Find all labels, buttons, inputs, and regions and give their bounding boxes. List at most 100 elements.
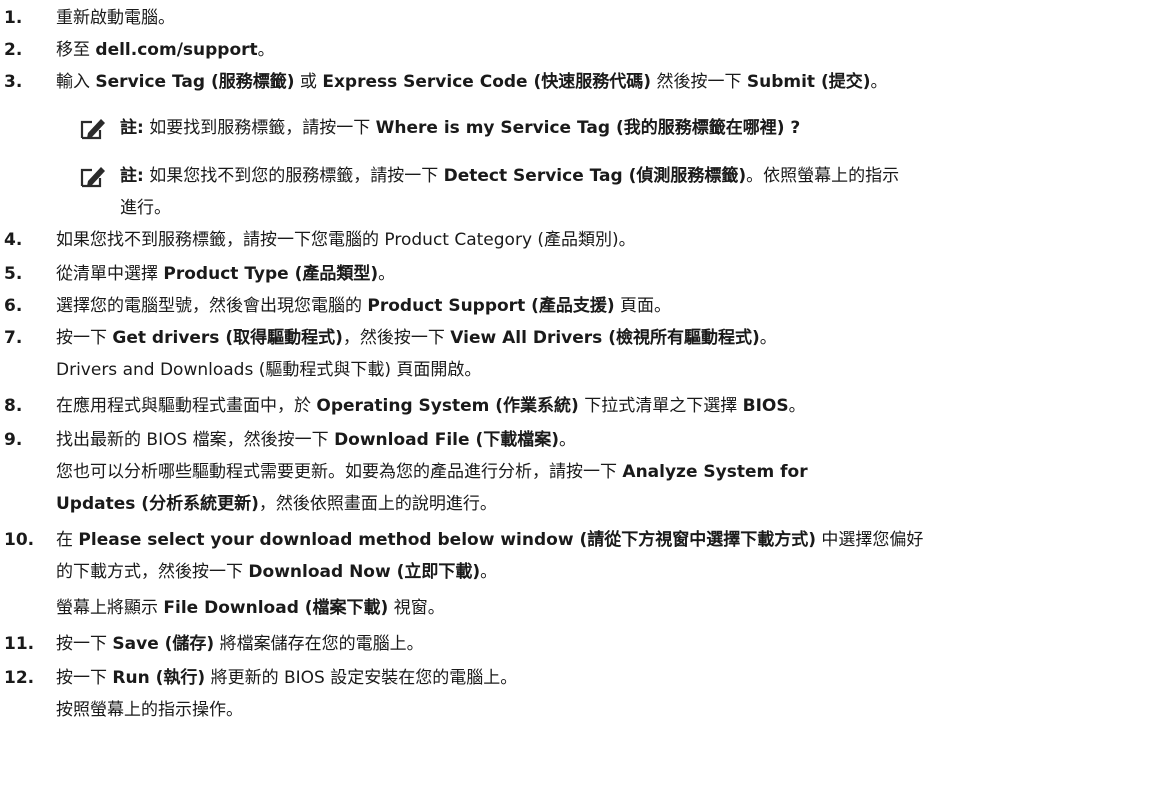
step-text: 在 Please select your download method bel… <box>56 524 1160 556</box>
step-number: 6. <box>4 296 23 316</box>
pencil-note-icon <box>80 164 106 188</box>
step-number: 10. <box>4 530 35 550</box>
step-8: 8. 在應用程式與驅動程式畫面中，於 Operating System (作業系… <box>0 390 1170 422</box>
text-run: 的下載方式，然後按一下 <box>56 562 249 582</box>
text-run: 重新啟動電腦。 <box>56 8 175 28</box>
step-number: 1. <box>4 8 23 28</box>
text-run: 將更新的 BIOS 設定安裝在您的電腦上。 <box>205 668 518 688</box>
pencil-note-icon <box>80 116 106 140</box>
step-number: 2. <box>4 40 23 60</box>
bold-text-run: 註: <box>120 166 144 186</box>
text-run: 。 <box>558 430 576 450</box>
text-run: 。 <box>788 396 806 416</box>
text-run: 。 <box>870 72 888 92</box>
text-run: 將檔案儲存在您的電腦上。 <box>214 634 424 654</box>
text-run: ，然後按一下 <box>342 328 451 348</box>
step-9-continuation: Updates (分析系統更新)，然後依照畫面上的說明進行。 <box>56 488 1160 520</box>
text-run: 。 <box>480 562 498 582</box>
text-run: 如果您找不到服務標籤，請按一下您電腦的 Product Category (產品… <box>56 230 636 250</box>
step-number: 3. <box>4 72 23 92</box>
bold-text-run: Express Service Code (快速服務代碼) <box>322 72 652 92</box>
text-run: 視窗。 <box>388 598 445 618</box>
step-6: 6. 選擇您的電腦型號，然後會出現您電腦的 Product Support (產… <box>0 290 1170 322</box>
text-run: 按一下 <box>56 328 113 348</box>
step-7: 7. 按一下 Get drivers (取得驅動程式)，然後按一下 View A… <box>0 322 1170 354</box>
bold-text-run: Get drivers (取得驅動程式) <box>112 328 343 348</box>
step-3: 3. 輸入 Service Tag (服務標籤) 或 Express Servi… <box>0 66 1170 98</box>
text-run: 按一下 <box>56 668 113 688</box>
step-text: 選擇您的電腦型號，然後會出現您電腦的 Product Support (產品支援… <box>56 290 1160 322</box>
text-run: 中選擇您偏好 <box>816 530 924 550</box>
bold-text-run: Submit (提交) <box>746 72 871 92</box>
bold-text-run: Analyze System for <box>622 462 808 482</box>
step-text: 如果您找不到服務標籤，請按一下您電腦的 Product Category (產品… <box>56 224 1160 256</box>
step-text: 移至 dell.com/support。 <box>56 34 1160 66</box>
text-run: 在 <box>56 530 79 550</box>
step-number: 5. <box>4 264 23 284</box>
text-run: 您也可以分析哪些驅動程式需要更新。如要為您的產品進行分析，請按一下 <box>56 462 623 482</box>
text-run: 然後按一下 <box>651 72 747 92</box>
bold-text-run: Please select your download method below… <box>78 530 816 550</box>
note-2: 註: 如果您找不到您的服務標籤，請按一下 Detect Service Tag … <box>80 160 1160 224</box>
text-run: 移至 <box>56 40 96 60</box>
text-run: 如要找到服務標籤，請按一下 <box>143 118 376 138</box>
step-text: 按一下 Run (執行) 將更新的 BIOS 設定安裝在您的電腦上。 <box>56 662 1160 694</box>
bold-text-run: Detect Service Tag (偵測服務標籤) <box>443 166 747 186</box>
step-text: 從清單中選擇 Product Type (產品類型)。 <box>56 258 1160 290</box>
step-10-continuation: 螢幕上將顯示 File Download (檔案下載) 視窗。 <box>56 592 1160 624</box>
text-run: 從清單中選擇 <box>56 264 164 284</box>
step-text: 按一下 Save (儲存) 將檔案儲存在您的電腦上。 <box>56 628 1160 660</box>
step-5: 5. 從清單中選擇 Product Type (產品類型)。 <box>0 258 1170 290</box>
bold-text-run: File Download (檔案下載) <box>163 598 389 618</box>
text-run: 找出最新的 BIOS 檔案，然後按一下 <box>56 430 335 450</box>
text-run: 按一下 <box>56 634 113 654</box>
bold-text-run: View All Drivers (檢視所有驅動程式) <box>450 328 760 348</box>
step-number: 4. <box>4 230 23 250</box>
bold-text-run: Service Tag (服務標籤) <box>95 72 295 92</box>
note-text: 註: 如果您找不到您的服務標籤，請按一下 Detect Service Tag … <box>120 160 899 192</box>
step-7-continuation: Drivers and Downloads (驅動程式與下載) 頁面開啟。 <box>56 354 1160 386</box>
text-run: 輸入 <box>56 72 96 92</box>
bold-text-run: Operating System (作業系統) <box>316 396 579 416</box>
text-run: 下拉式清單之下選擇 <box>578 396 743 416</box>
step-text: 輸入 Service Tag (服務標籤) 或 Express Service … <box>56 66 1160 98</box>
bold-text-run: Updates (分析系統更新) <box>56 494 259 514</box>
step-text: 在應用程式與驅動程式畫面中，於 Operating System (作業系統) … <box>56 390 1160 422</box>
text-run: Drivers and Downloads (驅動程式與下載) 頁面開啟。 <box>56 360 482 380</box>
text-run: 。 <box>257 40 275 60</box>
step-number: 8. <box>4 396 23 416</box>
bold-text-run: 註: <box>120 118 144 138</box>
step-number: 9. <box>4 430 23 450</box>
step-12-continuation: 按照螢幕上的指示操作。 <box>56 694 1160 726</box>
step-number: 7. <box>4 328 23 348</box>
step-10: 10. 在 Please select your download method… <box>0 524 1170 556</box>
text-run: 。依照螢幕上的指示 <box>746 166 900 186</box>
bold-text-run: Product Support (產品支援) <box>367 296 615 316</box>
step-4: 4. 如果您找不到服務標籤，請按一下您電腦的 Product Category … <box>0 224 1170 256</box>
text-run: 選擇您的電腦型號，然後會出現您電腦的 <box>56 296 368 316</box>
text-run: 進行。 <box>120 198 171 218</box>
bold-text-run: Save (儲存) <box>112 634 215 654</box>
text-run: ，然後依照畫面上的說明進行。 <box>258 494 497 514</box>
bold-text-run: Run (執行) <box>112 668 206 688</box>
bold-text-run: Download File (下載檔案) <box>334 430 559 450</box>
step-number: 11. <box>4 634 35 654</box>
note-text-continued: 進行。 <box>120 192 171 224</box>
note-1: 註: 如要找到服務標籤，請按一下 Where is my Service Tag… <box>80 112 1160 144</box>
step-text: 按一下 Get drivers (取得驅動程式)，然後按一下 View All … <box>56 322 1160 354</box>
bold-text-run: Product Type (產品類型) <box>163 264 379 284</box>
bold-text-run: Where is my Service Tag (我的服務標籤在哪裡) ? <box>375 118 801 138</box>
step-number: 12. <box>4 668 35 688</box>
text-run: 螢幕上將顯示 <box>56 598 164 618</box>
text-run: 如果您找不到您的服務標籤，請按一下 <box>143 166 444 186</box>
step-2: 2. 移至 dell.com/support。 <box>0 34 1170 66</box>
text-run: 頁面。 <box>614 296 672 316</box>
step-12: 12. 按一下 Run (執行) 將更新的 BIOS 設定安裝在您的電腦上。 <box>0 662 1170 694</box>
step-1: 1. 重新啟動電腦。 <box>0 2 1170 34</box>
text-run: 。 <box>759 328 777 348</box>
bold-text-run: BIOS <box>742 396 789 416</box>
note-text: 註: 如要找到服務標籤，請按一下 Where is my Service Tag… <box>120 112 800 144</box>
step-9: 9. 找出最新的 BIOS 檔案，然後按一下 Download File (下載… <box>0 424 1170 456</box>
step-10-continuation: 的下載方式，然後按一下 Download Now (立即下載)。 <box>56 556 1160 588</box>
text-run: 在應用程式與驅動程式畫面中，於 <box>56 396 317 416</box>
